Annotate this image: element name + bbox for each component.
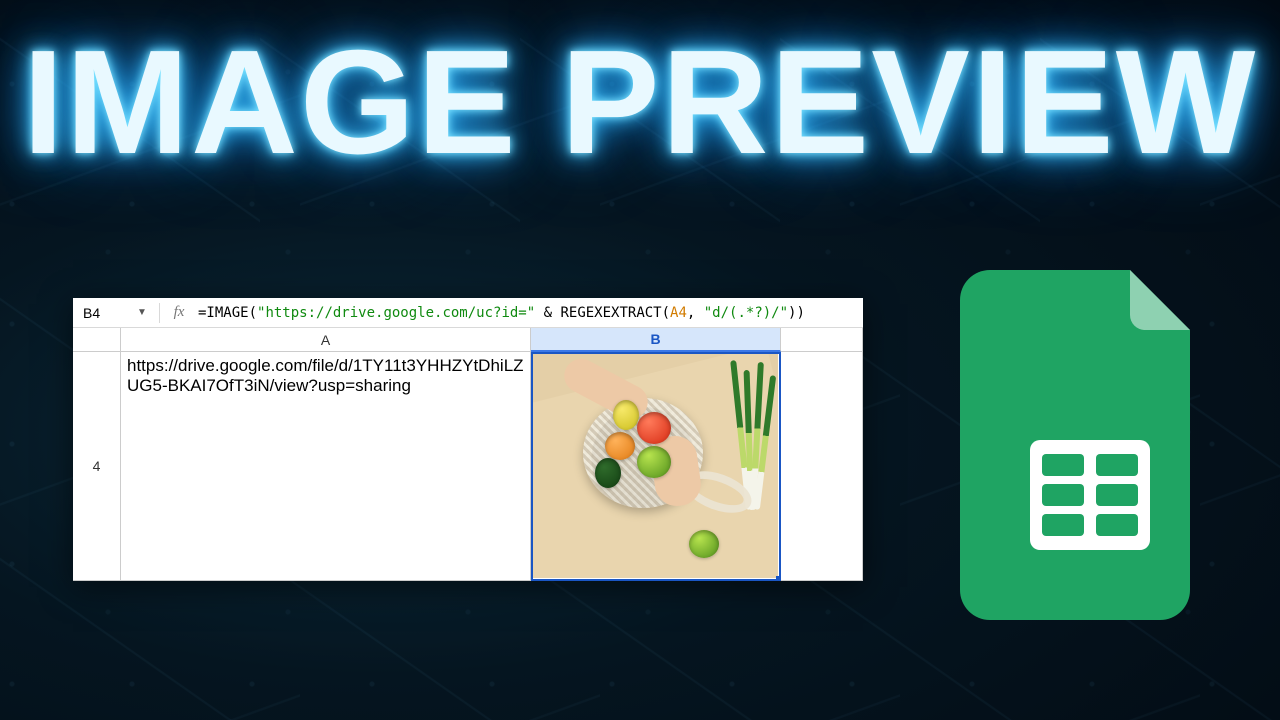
- orange-icon: [605, 432, 635, 460]
- cell-b4-image: [533, 354, 778, 578]
- formula-string: "d/(.*?)/": [704, 305, 788, 321]
- formula-part: & REGEXEXTRACT(: [535, 305, 670, 321]
- column-header-a[interactable]: A: [121, 328, 531, 352]
- slide-title: IMAGE PREVIEW: [0, 18, 1280, 188]
- column-header-b[interactable]: B: [531, 328, 781, 352]
- name-box-dropdown-icon[interactable]: ▼: [131, 307, 153, 318]
- divider: [159, 303, 160, 323]
- column-header-c[interactable]: [781, 328, 863, 352]
- row-header-4[interactable]: 4: [73, 352, 121, 581]
- green-apple-outside-icon: [689, 530, 719, 558]
- google-sheets-icon: [960, 270, 1220, 620]
- spreadsheet-panel: B4 ▼ fx =IMAGE("https://drive.google.com…: [73, 298, 863, 581]
- formula-input[interactable]: =IMAGE("https://drive.google.com/uc?id="…: [192, 305, 863, 321]
- fx-label: fx: [166, 304, 192, 321]
- cell-a4[interactable]: https://drive.google.com/file/d/1TY11t3Y…: [121, 352, 531, 581]
- formula-part: )): [788, 305, 805, 321]
- select-all-corner[interactable]: [73, 328, 121, 352]
- cell-c4[interactable]: [781, 352, 863, 581]
- formula-bar: B4 ▼ fx =IMAGE("https://drive.google.com…: [73, 298, 863, 328]
- name-box[interactable]: B4: [73, 305, 131, 321]
- pepper-icon: [595, 458, 621, 488]
- formula-part: ,: [687, 305, 704, 321]
- lemon-icon: [613, 400, 639, 430]
- cell-b4[interactable]: [531, 352, 781, 581]
- formula-part: =IMAGE(: [198, 305, 257, 321]
- formula-string: "https://drive.google.com/uc?id=": [257, 305, 535, 321]
- green-apple-icon: [637, 446, 671, 478]
- cell-grid: A B 4 https://drive.google.com/file/d/1T…: [73, 328, 863, 581]
- formula-cell-ref: A4: [670, 305, 687, 321]
- tomato-icon: [637, 412, 671, 444]
